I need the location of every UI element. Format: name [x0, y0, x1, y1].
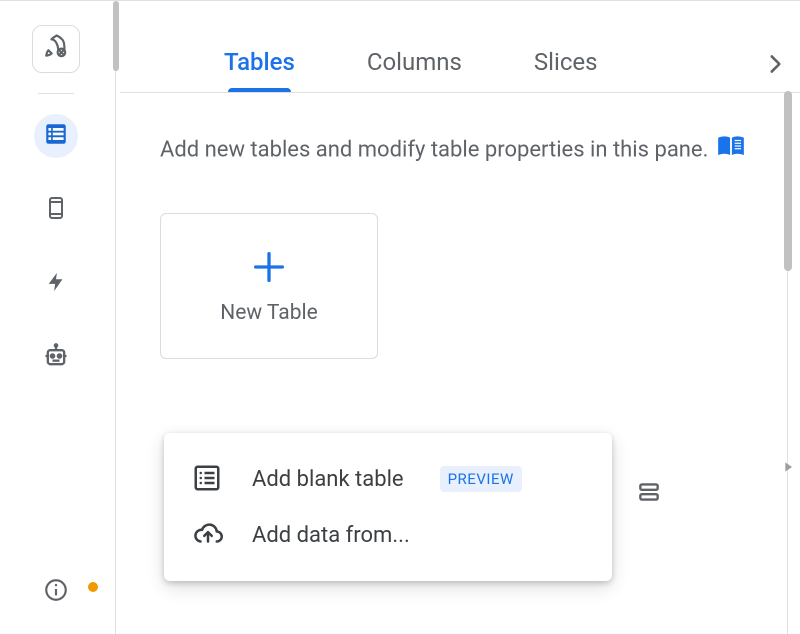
tab-tables[interactable]: Tables	[224, 48, 295, 88]
notification-dot-icon	[88, 582, 98, 592]
menu-item-label: Add blank table	[252, 467, 404, 492]
plus-icon	[249, 247, 289, 291]
sidebar-item-data[interactable]	[34, 114, 78, 158]
sidebar-divider	[38, 93, 74, 94]
sidebar-item-bot[interactable]	[34, 336, 78, 380]
chevron-right-icon	[762, 62, 788, 81]
tabs-scroll-right[interactable]	[762, 51, 788, 81]
info-icon	[43, 577, 69, 607]
sidebar-item-automation[interactable]	[34, 262, 78, 306]
rocket-icon	[43, 34, 69, 64]
sidebar	[0, 1, 112, 634]
menu-item-label: Add data from...	[252, 523, 410, 548]
triangle-right-icon	[780, 462, 796, 481]
preview-badge: PREVIEW	[440, 466, 522, 492]
tab-columns[interactable]: Columns	[367, 48, 462, 88]
table-list-icon	[192, 463, 224, 495]
bot-icon	[42, 342, 70, 374]
rows-layout-icon	[636, 490, 662, 509]
tab-slices[interactable]: Slices	[534, 48, 598, 88]
panel-collapse-right[interactable]	[780, 457, 796, 481]
cloud-upload-icon	[192, 519, 224, 551]
scrollbar-thumb[interactable]	[113, 1, 119, 71]
menu-add-data-from[interactable]: Add data from...	[164, 507, 612, 563]
bolt-icon	[45, 269, 67, 299]
sidebar-item-info[interactable]	[34, 570, 78, 614]
new-table-menu: Add blank table PREVIEW Add data from...	[164, 433, 612, 581]
device-icon	[44, 194, 68, 226]
tabs: Tables Columns Slices	[120, 43, 800, 93]
book-icon[interactable]	[716, 135, 746, 167]
panel-divider[interactable]	[112, 1, 120, 634]
pane-description: Add new tables and modify table properti…	[120, 93, 800, 167]
data-icon	[43, 121, 69, 151]
sidebar-item-rocket[interactable]	[32, 25, 80, 73]
pane-description-text: Add new tables and modify table properti…	[160, 138, 708, 163]
new-table-label: New Table	[220, 301, 318, 325]
sidebar-item-device[interactable]	[34, 188, 78, 232]
scrollbar-thumb[interactable]	[784, 91, 792, 271]
layout-toggle-button[interactable]	[636, 479, 662, 509]
new-table-card[interactable]: New Table	[160, 213, 378, 359]
main-scrollbar[interactable]	[782, 91, 794, 634]
menu-add-blank-table[interactable]: Add blank table PREVIEW	[164, 451, 612, 507]
